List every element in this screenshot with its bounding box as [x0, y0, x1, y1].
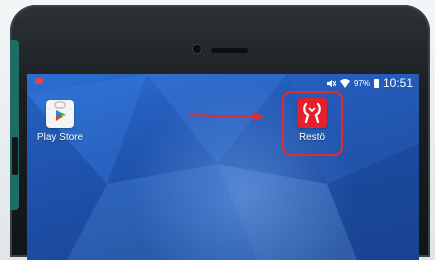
wifi-icon [339, 78, 350, 88]
wallpaper-icon [27, 74, 419, 260]
play-store-icon [46, 100, 74, 128]
app-resto[interactable]: Restö [287, 98, 337, 143]
home-screen: 97% 10:51 Play Store Restö [27, 74, 419, 260]
side-button [12, 137, 18, 175]
earpiece-speaker [211, 48, 248, 53]
app-label-play-store: Play Store [36, 132, 84, 143]
mute-icon [326, 79, 336, 87]
resto-icon [297, 98, 327, 128]
clock: 10:51 [382, 76, 413, 90]
battery-icon [373, 78, 379, 88]
app-play-store[interactable]: Play Store [35, 100, 85, 143]
status-icons: 97% 10:51 [326, 76, 413, 90]
battery-percentage: 97% [353, 78, 370, 88]
phone-side-accent [10, 40, 19, 210]
notification-icon [35, 78, 43, 84]
status-bar: 97% 10:51 [27, 74, 419, 90]
front-camera-icon [193, 45, 201, 53]
annotation-arrow-icon [189, 112, 265, 121]
app-label-resto: Restö [298, 132, 326, 143]
